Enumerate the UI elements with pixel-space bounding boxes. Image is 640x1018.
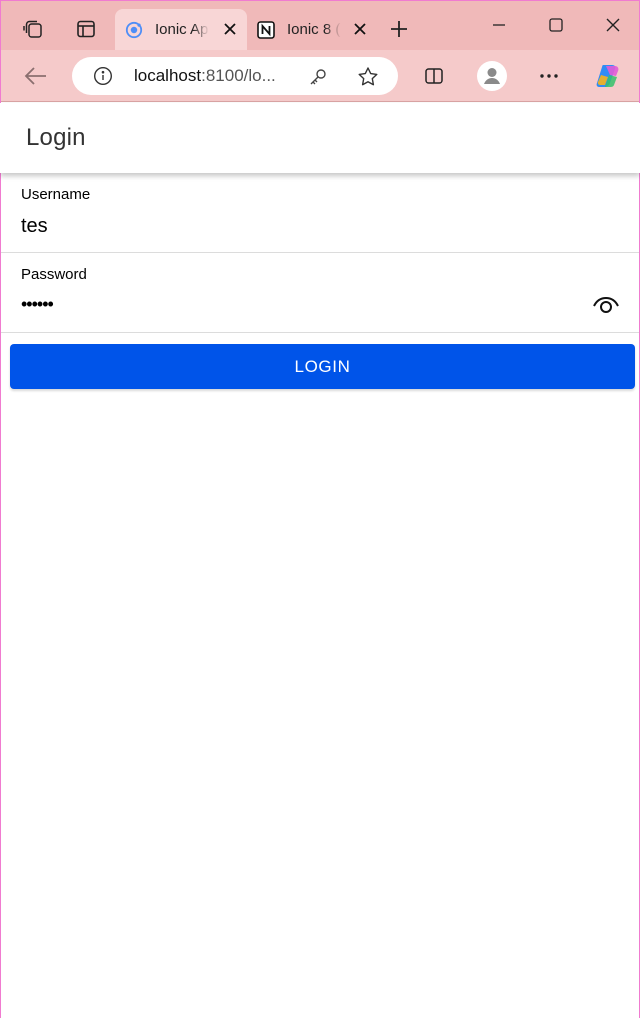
maximize-icon[interactable] (545, 14, 567, 36)
workspaces-icon[interactable] (20, 16, 46, 42)
tab-ionic-app[interactable]: Ionic App (115, 9, 247, 50)
close-tab-icon[interactable] (351, 20, 369, 38)
back-arrow-icon[interactable] (22, 63, 50, 89)
password-label: Password (21, 266, 87, 283)
key-icon[interactable] (307, 66, 329, 88)
show-password-eye-icon[interactable] (590, 291, 622, 319)
more-options-icon[interactable] (537, 65, 561, 87)
tab-title: Ionic 8 ( (287, 21, 341, 38)
password-field[interactable]: Password •••••• (0, 253, 640, 333)
app-header: Login (0, 103, 640, 173)
minimize-icon[interactable] (488, 14, 510, 36)
username-input[interactable]: tes (21, 215, 48, 238)
username-field[interactable]: Username tes (0, 173, 640, 253)
vertical-tabs-icon[interactable] (74, 17, 98, 41)
favorite-star-icon[interactable] (356, 65, 380, 89)
copilot-icon[interactable] (593, 61, 623, 91)
url-path: :8100/lo... (201, 66, 276, 85)
close-window-icon[interactable] (602, 14, 624, 36)
login-button[interactable]: LOGIN (10, 344, 635, 389)
browser-tab-bar: Ionic App Ionic 8 ( (0, 0, 640, 50)
address-bar[interactable]: localhost:8100/lo... (72, 57, 398, 95)
split-screen-icon[interactable] (422, 64, 446, 88)
new-tab-icon[interactable] (388, 18, 410, 40)
profile-avatar-icon[interactable] (477, 61, 507, 91)
tab-ionic-8[interactable]: Ionic 8 ( (247, 9, 377, 50)
password-input[interactable]: •••••• (21, 294, 54, 315)
ionic-logo-icon (125, 21, 143, 39)
url-host: localhost (134, 66, 202, 85)
page-title: Login (26, 124, 86, 151)
site-info-icon[interactable] (92, 65, 114, 87)
notion-logo-icon (257, 20, 275, 39)
username-label: Username (21, 186, 91, 203)
tab-title: Ionic App (155, 21, 209, 38)
close-tab-icon[interactable] (221, 20, 239, 38)
